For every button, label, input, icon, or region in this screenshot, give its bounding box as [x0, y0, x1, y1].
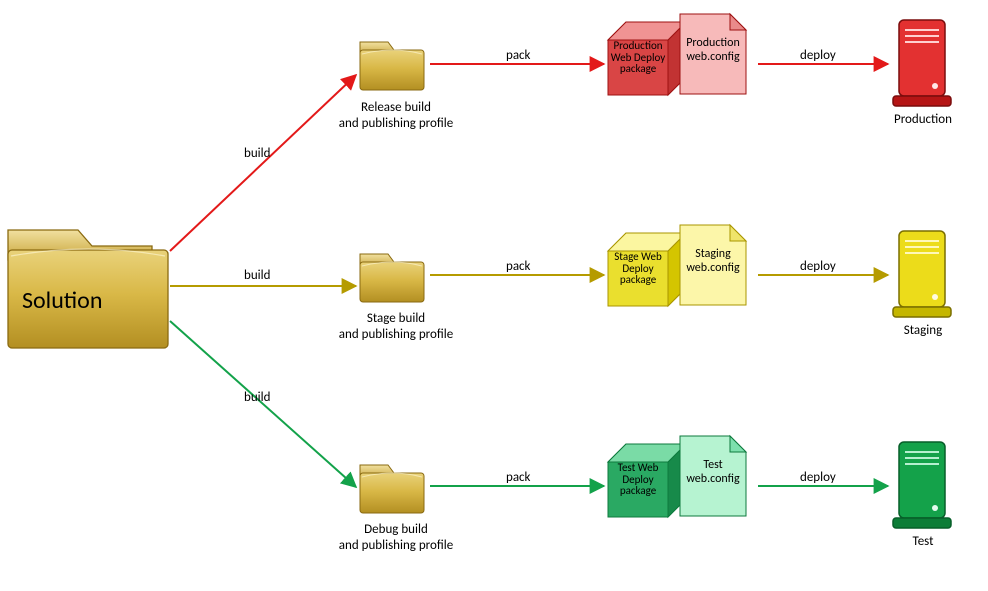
- debug-folder-icon: [360, 465, 424, 513]
- production-server-caption: Production: [870, 112, 976, 128]
- release-package-text: Production Web Deploy package: [607, 40, 669, 75]
- stage-folder-icon: [360, 254, 424, 302]
- debug-config-text: Test web.config: [680, 458, 746, 486]
- staging-server-icon: [893, 231, 951, 317]
- pack-label-stage: pack: [506, 259, 530, 274]
- stage-config-text: Staging web.config: [680, 247, 746, 275]
- release-config-text: Production web.config: [680, 36, 746, 64]
- diagram-canvas: Solution build build build pack pack pac…: [0, 0, 988, 591]
- debug-package-text: Test Web Deploy package: [607, 462, 669, 497]
- build-label-debug: build: [244, 390, 270, 405]
- test-server-caption: Test: [870, 534, 976, 550]
- release-folder-caption: Release build and publishing profile: [306, 100, 486, 131]
- stage-folder-caption: Stage build and publishing profile: [306, 311, 486, 342]
- deploy-label-stage: deploy: [800, 259, 836, 274]
- build-label-release: build: [244, 146, 270, 161]
- deploy-label-debug: deploy: [800, 470, 836, 485]
- production-server-icon: [893, 20, 951, 106]
- debug-folder-caption: Debug build and publishing profile: [306, 522, 486, 553]
- solution-label: Solution: [22, 286, 102, 315]
- pack-label-debug: pack: [506, 470, 530, 485]
- test-server-icon: [893, 442, 951, 528]
- staging-server-caption: Staging: [870, 323, 976, 339]
- build-label-stage: build: [244, 268, 270, 283]
- pack-label-release: pack: [506, 48, 530, 63]
- release-folder-icon: [360, 42, 424, 90]
- stage-package-text: Stage Web Deploy package: [607, 251, 669, 286]
- deploy-label-release: deploy: [800, 48, 836, 63]
